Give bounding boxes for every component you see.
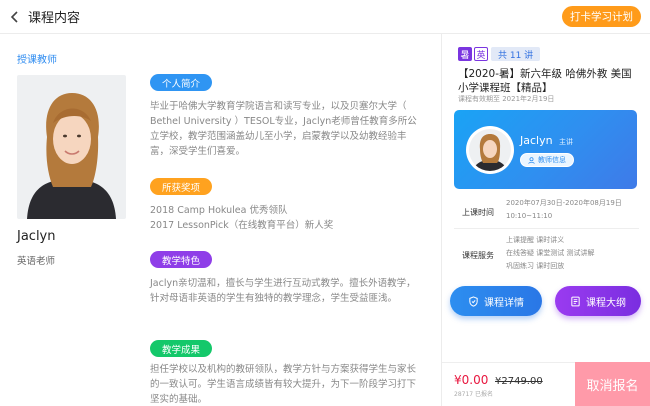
service-line-2: 在线答疑 课堂测试 测试讲解: [506, 249, 595, 257]
award-line-2: 2017 LessonPick（在线教育平台）新人奖: [150, 220, 334, 231]
service-line-3: 巩固练习 课时回放: [506, 262, 565, 270]
cancel-enroll-button[interactable]: 取消报名: [575, 362, 650, 406]
teacher-info-button[interactable]: 教师信息: [520, 153, 574, 167]
award-line-1: 2018 Camp Hokulea 优秀领队: [150, 205, 288, 216]
time-hours: 10:10~11:10: [506, 212, 553, 220]
features-tag: 教学特色: [150, 251, 213, 268]
service-label: 课程服务: [462, 251, 494, 260]
chevron-left-icon: [10, 10, 18, 23]
teacher-section-title: 授课教师: [17, 55, 57, 66]
course-page: 课程内容 打卡学习计划 授课教师 Jaclyn 英语老师 个人简介 毕业于哈佛大…: [0, 0, 650, 406]
original-price: ¥2749.00: [495, 376, 543, 387]
results-text: 担任学校以及机构的教研领队，教学方针与方案获得学生与家长的一致认可。学生语言成绩…: [150, 364, 417, 405]
banner-teacher-role: 主讲: [559, 138, 573, 146]
service-line-1: 上课提醒 课时讲义: [506, 236, 565, 244]
awards-tag: 所获奖项: [150, 178, 213, 195]
teacher-role: 英语老师: [17, 256, 56, 267]
teacher-panel: 授课教师 Jaclyn 英语老师 个人简介 毕业于哈佛大学教育学院语言和读写专业…: [0, 35, 442, 406]
teacher-name: Jaclyn: [17, 229, 56, 244]
time-range: 2020年07月30日-2020年08月19日: [506, 199, 622, 207]
teacher-banner: Jaclyn 主讲 教师信息: [454, 110, 637, 189]
course-badges: 暑 英 共 11 讲: [458, 47, 541, 61]
course-price: ¥0.00: [454, 373, 489, 387]
page-title: 课程内容: [28, 11, 81, 26]
results-tag: 教学成果: [150, 340, 213, 357]
course-panel: 暑 英 共 11 讲 【2020-暑】新六年级 哈佛外教 美国小学课程班【精品】…: [442, 35, 650, 406]
study-plan-button[interactable]: 打卡学习计划: [562, 6, 641, 27]
course-detail-label: 课程详情: [484, 297, 524, 309]
enrolled-count: 28717 已报名: [454, 391, 493, 398]
season-badge: 暑: [458, 47, 472, 61]
course-detail-button[interactable]: 课程详情: [450, 286, 542, 316]
info-divider: [454, 228, 639, 229]
course-outline-label: 课程大纲: [586, 297, 626, 309]
time-label: 上课时间: [462, 208, 494, 217]
teacher-avatar: [466, 126, 514, 174]
course-title: 【2020-暑】新六年级 哈佛外教 美国小学课程班【精品】: [458, 68, 632, 94]
back-button[interactable]: [4, 0, 26, 34]
document-icon: [571, 296, 580, 306]
intro-tag: 个人简介: [150, 74, 213, 91]
shield-icon: [469, 295, 478, 307]
user-icon: [528, 156, 535, 164]
course-valid-date: 课程有效期至 2021年2月19日: [458, 95, 555, 103]
features-text: Jaclyn亲切温和，擅长与学生进行互动式教学。擅长外语教学，针对母语非英语的学…: [150, 278, 416, 304]
banner-teacher-name: Jaclyn: [520, 134, 553, 147]
subject-badge: 英: [474, 47, 488, 61]
course-outline-button[interactable]: 课程大纲: [555, 286, 641, 316]
teacher-info-label: 教师信息: [538, 156, 566, 164]
teacher-photo: [17, 75, 126, 219]
intro-text: 毕业于哈佛大学教育学院语言和读写专业，以及贝塞尔大学（ Bethel Unive…: [150, 101, 417, 157]
lesson-count-badge: 共 11 讲: [491, 47, 541, 61]
header-bar: 课程内容 打卡学习计划: [0, 0, 650, 34]
